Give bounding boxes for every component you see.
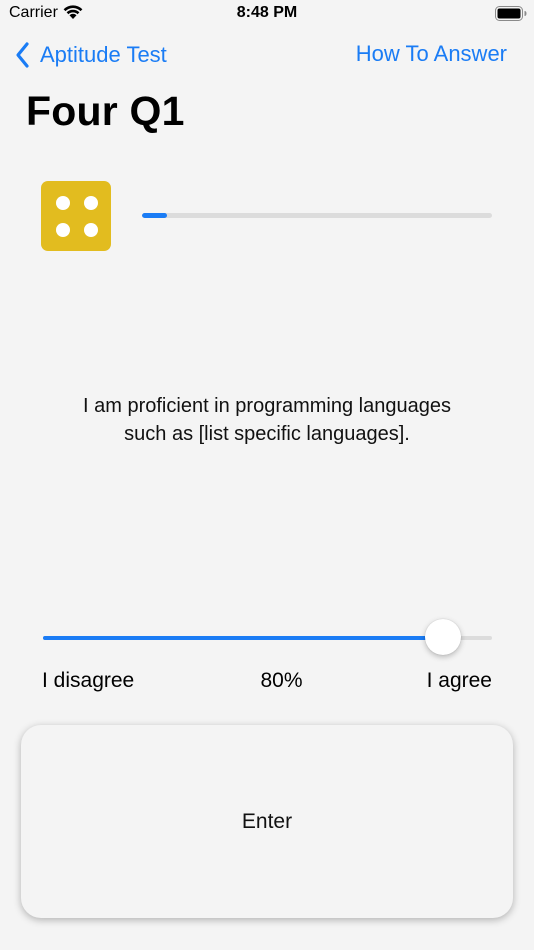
- status-time: 8:48 PM: [236, 4, 298, 21]
- dice-dot: [56, 196, 70, 210]
- dice-dot: [84, 196, 98, 210]
- question-text: I am proficient in programming languages…: [83, 395, 451, 445]
- dice-dot: [56, 223, 70, 237]
- back-button[interactable]: Aptitude Test: [14, 40, 167, 70]
- status-bar: Carrier 8:48 PM: [0, 0, 534, 30]
- slider-thumb[interactable]: [424, 619, 461, 655]
- dice-dot: [84, 223, 98, 237]
- dice-four-icon: [41, 181, 111, 251]
- enter-button[interactable]: Enter: [21, 725, 513, 918]
- progress-bar: [142, 213, 492, 218]
- chevron-left-icon: [16, 42, 29, 68]
- slider-max-label: I agree: [426, 669, 492, 692]
- agreement-slider[interactable]: [43, 618, 492, 658]
- back-button-label: Aptitude Test: [40, 42, 167, 67]
- how-to-answer-button[interactable]: How To Answer: [356, 41, 507, 67]
- page-title: Four Q1: [26, 88, 185, 134]
- enter-button-label: Enter: [241, 809, 293, 833]
- battery-icon: [495, 6, 527, 21]
- progress-fill: [142, 213, 167, 218]
- slider-track-fill: [43, 636, 443, 640]
